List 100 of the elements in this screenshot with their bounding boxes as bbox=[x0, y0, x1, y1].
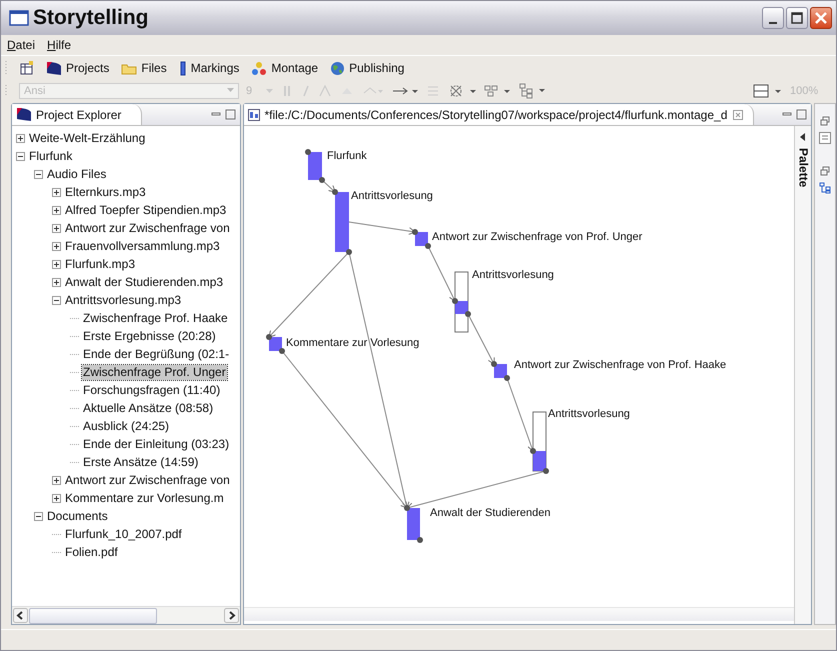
segment-node[interactable] bbox=[530, 412, 550, 474]
restore-icon[interactable] bbox=[820, 116, 830, 126]
node-label: Antrittsvorlesung bbox=[351, 190, 434, 202]
collapse-icon[interactable] bbox=[34, 170, 43, 178]
collapse-icon[interactable] bbox=[52, 296, 61, 304]
tree-item[interactable]: Alfred Toepfer Stipendien.mp3 bbox=[64, 202, 228, 218]
tree-item[interactable]: Elternkurs.mp3 bbox=[64, 184, 147, 200]
menu-item[interactable]: Hilfe bbox=[47, 38, 72, 52]
perspective-button[interactable]: Markings bbox=[174, 60, 244, 76]
tree-item[interactable]: Anwalt der Studierenden.mp3 bbox=[64, 274, 224, 290]
project-icon bbox=[16, 107, 32, 122]
perspective-button[interactable]: Files bbox=[117, 61, 171, 75]
connector-arrow[interactable] bbox=[468, 314, 496, 364]
minimize-icon bbox=[769, 22, 777, 24]
connector-arrow[interactable] bbox=[322, 180, 336, 192]
tree-item[interactable]: Antwort zur Zwischenfrage von bbox=[64, 220, 231, 236]
scrollbar-thumb[interactable] bbox=[29, 608, 157, 624]
hierarchy-view-icon[interactable] bbox=[819, 182, 832, 194]
palette-panel[interactable]: Palette bbox=[794, 126, 812, 624]
expand-icon[interactable] bbox=[52, 224, 61, 232]
tree-item[interactable]: Audio Files bbox=[46, 166, 108, 182]
tree-item[interactable]: Weite-Welt-Erzählung bbox=[28, 130, 146, 146]
perspective-button[interactable]: Publishing bbox=[326, 60, 408, 76]
segment-node[interactable] bbox=[412, 229, 432, 249]
tree-item[interactable]: Documents bbox=[46, 508, 109, 524]
expand-icon[interactable] bbox=[52, 206, 61, 214]
globe-icon bbox=[330, 60, 346, 76]
segment-node[interactable] bbox=[452, 272, 472, 332]
expand-icon[interactable] bbox=[52, 260, 61, 268]
palette-label[interactable]: Palette bbox=[796, 148, 810, 188]
tree-item[interactable]: Erste Ergebnisse (20:28) bbox=[82, 328, 217, 344]
split-view-icon[interactable] bbox=[753, 82, 783, 98]
tree-item[interactable]: Frauenvollversammlung.mp3 bbox=[64, 238, 221, 254]
connector-arrow[interactable] bbox=[506, 378, 536, 452]
maximize-icon bbox=[791, 12, 803, 24]
expand-icon[interactable] bbox=[52, 278, 61, 286]
tree-item[interactable]: Kommentare zur Vorlesung.m bbox=[64, 490, 225, 506]
tree-item[interactable]: Ende der Begrüßung (02:1- bbox=[82, 346, 230, 362]
tree-item[interactable]: Aktuelle Ansätze (08:58) bbox=[82, 400, 214, 416]
arrange-icon[interactable] bbox=[484, 84, 512, 98]
segment-node[interactable] bbox=[266, 334, 286, 354]
perspective-button[interactable]: Montage bbox=[247, 60, 322, 76]
segment-node[interactable] bbox=[332, 189, 352, 255]
tree-item[interactable]: Flurfunk_10_2007.pdf bbox=[64, 526, 183, 542]
scroll-right-icon[interactable] bbox=[224, 608, 240, 623]
project-icon bbox=[46, 60, 62, 76]
segment-node[interactable] bbox=[491, 361, 510, 381]
perspective-button[interactable]: Projects bbox=[42, 60, 114, 76]
connector-arrow[interactable] bbox=[348, 222, 416, 236]
window-icon bbox=[9, 10, 29, 26]
hierarchy-icon[interactable] bbox=[519, 82, 547, 98]
maximize-button[interactable] bbox=[786, 7, 808, 29]
tree-item[interactable]: Erste Ansätze (14:59) bbox=[82, 454, 200, 470]
scroll-left-icon[interactable] bbox=[13, 608, 28, 623]
circles-icon bbox=[251, 60, 268, 76]
tree-item[interactable]: Ende der Einleitung (03:23) bbox=[82, 436, 230, 452]
node-label: Flurfunk bbox=[327, 150, 368, 162]
maximize-icon[interactable] bbox=[225, 109, 236, 120]
connector-arrow[interactable] bbox=[428, 246, 456, 302]
tree-item[interactable]: Antwort zur Zwischenfrage von bbox=[64, 472, 231, 488]
tree-item[interactable]: Flurfunk bbox=[28, 148, 74, 164]
outline-view-icon[interactable] bbox=[819, 132, 832, 144]
toolbar-grip bbox=[5, 60, 8, 76]
tree-item[interactable]: Zwischenfrage Prof. Unger bbox=[82, 364, 227, 380]
collapse-icon[interactable] bbox=[16, 152, 25, 160]
expand-icon[interactable] bbox=[52, 242, 61, 250]
marker-bar-icon bbox=[178, 60, 187, 76]
panel-tab[interactable]: Project Explorer bbox=[12, 104, 142, 125]
close-tab-icon[interactable] bbox=[733, 110, 744, 120]
expand-icon[interactable] bbox=[52, 476, 61, 484]
maximize-icon[interactable] bbox=[796, 109, 808, 120]
tree-item[interactable]: Ausblick (24:25) bbox=[82, 418, 170, 434]
close-icon bbox=[815, 12, 827, 24]
arrow-style-icon[interactable] bbox=[391, 84, 419, 96]
expand-icon[interactable] bbox=[52, 188, 61, 196]
tree-item[interactable]: Folien.pdf bbox=[64, 544, 119, 560]
collapse-icon[interactable] bbox=[34, 512, 43, 520]
segment-node[interactable] bbox=[305, 149, 326, 183]
expand-icon[interactable] bbox=[52, 494, 61, 502]
horizontal-scrollbar[interactable] bbox=[244, 607, 794, 621]
minimize-button[interactable] bbox=[762, 7, 784, 29]
node-label: Antrittsvorlesung bbox=[472, 269, 554, 281]
tree-item[interactable]: Antrittsvorlesung.mp3 bbox=[64, 292, 182, 308]
expand-icon[interactable] bbox=[16, 134, 25, 142]
diagram-file-icon bbox=[248, 108, 260, 120]
node-label: Antwort zur Zwischenfrage von Prof. Unger bbox=[432, 231, 643, 243]
node-label: Anwalt der Studierenden bbox=[430, 507, 551, 519]
tree-item[interactable]: Forschungsfragen (11:40) bbox=[82, 382, 222, 398]
window-title: Storytelling bbox=[33, 6, 149, 30]
segment-node[interactable] bbox=[404, 505, 424, 543]
collapse-palette-icon[interactable] bbox=[799, 132, 808, 142]
folder-icon bbox=[121, 62, 138, 74]
restore-icon[interactable] bbox=[820, 166, 830, 176]
horizontal-scrollbar[interactable] bbox=[12, 606, 240, 624]
node-label: Antrittsvorlesung bbox=[548, 408, 630, 420]
close-button[interactable] bbox=[810, 7, 832, 29]
tree-item[interactable]: Zwischenfrage Prof. Haake bbox=[82, 310, 229, 326]
menu-item[interactable]: Datei bbox=[7, 38, 36, 52]
tree-item[interactable]: Flurfunk.mp3 bbox=[64, 256, 136, 272]
editor-tab[interactable]: *file:/C:/Documents/Conferences/Storytelling07/workspace/project4/flurfunk.montage_d bbox=[244, 104, 754, 125]
